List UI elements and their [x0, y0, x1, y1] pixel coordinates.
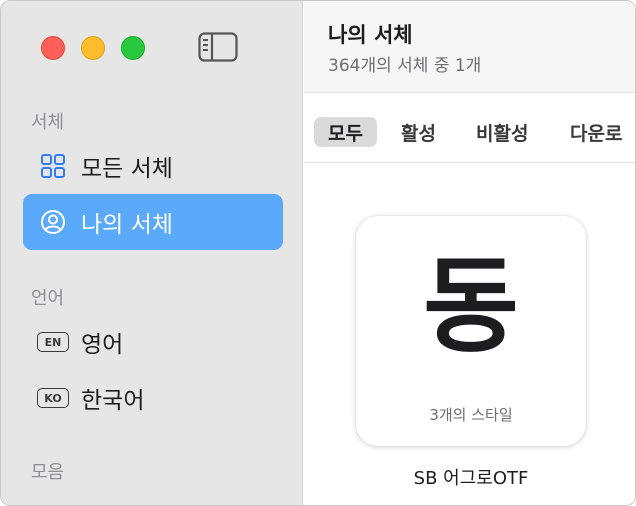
- section-header-fonts: 서체: [31, 112, 65, 133]
- style-count: 3개의 스타일: [429, 406, 513, 424]
- filter-tab-bar: 모두 활성 비활성 다운로: [304, 94, 635, 163]
- sidebar: 서체 모든 서체 나의 서체 언어 EN 영어 KO 한국어 모음: [1, 1, 303, 505]
- minimize-window-button[interactable]: [81, 36, 105, 60]
- close-window-button[interactable]: [41, 36, 65, 60]
- person-circle-icon: [39, 208, 67, 236]
- tab-inactive[interactable]: 비활성: [476, 117, 528, 147]
- font-name: SB 어그로OTF: [413, 468, 529, 489]
- sidebar-item-label: 한국어: [81, 388, 145, 414]
- sidebar-item-label: 나의 서체: [81, 212, 173, 238]
- tab-all[interactable]: 모두: [314, 117, 377, 147]
- tab-downloadable[interactable]: 다운로: [570, 117, 622, 147]
- sidebar-item-my-fonts[interactable]: 나의 서체: [23, 194, 283, 250]
- font-preview-card[interactable]: 동 3개의 스타일: [356, 216, 586, 446]
- zoom-window-button[interactable]: [121, 36, 145, 60]
- section-header-language: 언어: [31, 288, 65, 309]
- sidebar-item-korean[interactable]: KO 한국어: [23, 370, 283, 426]
- window-title: 나의 서체: [328, 23, 413, 47]
- tab-active[interactable]: 활성: [401, 117, 436, 147]
- font-book-window: 서체 모든 서체 나의 서체 언어 EN 영어 KO 한국어 모음 나의 서체 …: [0, 0, 636, 506]
- main-content: 나의 서체 364개의 서체 중 1개 모두 활성 비활성 다운로 동 3개의 …: [304, 1, 635, 505]
- sidebar-item-english[interactable]: EN 영어: [23, 314, 283, 370]
- window-subtitle: 364개의 서체 중 1개: [328, 56, 482, 76]
- korean-badge-icon: KO: [37, 388, 69, 408]
- grid-icon: [39, 152, 67, 180]
- sidebar-item-label: 영어: [81, 332, 124, 358]
- sidebar-toggle-icon[interactable]: [198, 32, 238, 62]
- font-preview-glyph: 동: [423, 245, 519, 367]
- sidebar-item-label: 모든 서체: [81, 156, 173, 182]
- sidebar-item-all-fonts[interactable]: 모든 서체: [23, 138, 283, 194]
- section-header-collections: 모음: [31, 462, 65, 483]
- english-badge-icon: EN: [37, 332, 69, 352]
- toolbar: 나의 서체 364개의 서체 중 1개: [304, 1, 635, 93]
